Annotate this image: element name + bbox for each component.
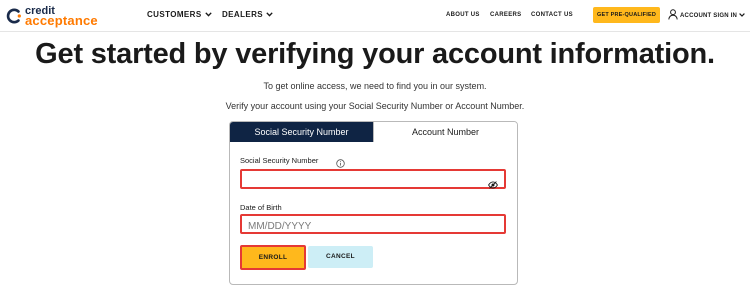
chevron-down-icon [739,12,745,19]
brand-logo[interactable]: credit acceptance [6,5,98,27]
site-header: credit acceptance CUSTOMERS DEALERS ABOU… [0,0,750,32]
chevron-down-icon [204,10,212,19]
nav-careers[interactable]: CAREERS [490,12,521,18]
dob-label: Date of Birth [240,203,282,212]
logo-mark-icon [6,8,22,24]
instruction-text: Verify your account using your Social Se… [225,101,525,111]
chevron-down-icon [266,10,273,19]
cancel-button[interactable]: CANCEL [308,246,373,268]
dob-field-wrapper [240,214,506,235]
nav-dealers[interactable]: DEALERS [222,10,273,19]
ssn-field-wrapper [240,169,506,190]
eye-slash-icon[interactable] [488,176,498,194]
logo-text-line2: acceptance [25,13,98,28]
enroll-button[interactable]: ENROLL [240,245,306,270]
nav-about-us[interactable]: ABOUT US [446,12,480,18]
page-title: Get started by verifying your account in… [35,38,715,70]
verification-card: Social Security Number Account Number So… [229,121,518,285]
account-sign-in-label: ACCOUNT SIGN IN [680,12,737,19]
nav-contact-us[interactable]: CONTACT US [531,12,573,18]
account-sign-in-menu[interactable]: ACCOUNT SIGN IN [668,9,745,22]
get-pre-qualified-button[interactable]: GET PRE-QUALIFIED [593,7,660,23]
tab-account-number[interactable]: Account Number [373,122,517,142]
user-icon [668,9,678,22]
ssn-input[interactable] [242,173,504,190]
intro-text: To get online access, we need to find yo… [263,81,487,91]
verification-tabs: Social Security Number Account Number [230,122,517,142]
ssn-label: Social Security Number [240,156,319,165]
tab-social-security-number[interactable]: Social Security Number [230,122,373,142]
dob-input[interactable] [242,218,504,235]
nav-dealers-label: DEALERS [222,10,264,19]
nav-customers[interactable]: CUSTOMERS [147,10,212,19]
nav-customers-label: CUSTOMERS [147,10,202,19]
logo-wordmark: credit acceptance [25,6,98,28]
